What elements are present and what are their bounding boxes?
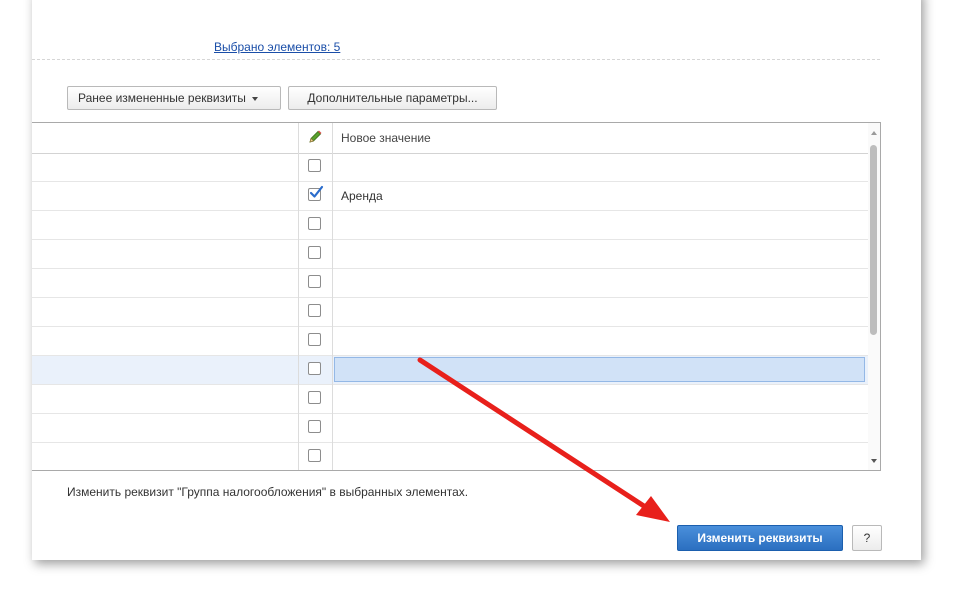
row-checkbox[interactable] bbox=[308, 449, 321, 462]
new-value-column-header: Новое значение bbox=[341, 131, 431, 145]
new-value-cell[interactable]: Аренда bbox=[341, 189, 383, 203]
column-divider bbox=[298, 123, 299, 470]
help-button[interactable]: ? bbox=[852, 525, 882, 551]
new-value-field[interactable] bbox=[334, 357, 865, 382]
table-row[interactable] bbox=[32, 327, 868, 356]
table-row[interactable] bbox=[32, 269, 868, 298]
caret-down-icon bbox=[251, 96, 258, 101]
table-row[interactable] bbox=[32, 356, 868, 385]
row-checkbox[interactable] bbox=[308, 304, 321, 317]
attributes-grid: Новое значение Аренда bbox=[32, 122, 881, 471]
row-checkbox[interactable] bbox=[308, 362, 321, 375]
row-checkbox[interactable] bbox=[308, 275, 321, 288]
table-row[interactable] bbox=[32, 414, 868, 443]
previously-changed-label: Ранее измененные реквизиты bbox=[78, 91, 246, 105]
previously-changed-attributes-button[interactable]: Ранее измененные реквизиты bbox=[67, 86, 281, 110]
separator bbox=[32, 59, 880, 60]
table-row[interactable] bbox=[32, 211, 868, 240]
scroll-down-icon[interactable] bbox=[871, 459, 877, 463]
scrollbar-thumb[interactable] bbox=[870, 145, 877, 335]
row-checkbox[interactable] bbox=[308, 159, 321, 172]
row-checkbox[interactable] bbox=[308, 391, 321, 404]
change-attributes-button[interactable]: Изменить реквизиты bbox=[677, 525, 843, 551]
pencil-icon bbox=[309, 130, 322, 143]
table-row[interactable]: Аренда bbox=[32, 182, 868, 211]
row-checkbox[interactable] bbox=[308, 185, 324, 201]
row-checkbox[interactable] bbox=[308, 333, 321, 346]
table-row[interactable] bbox=[32, 385, 868, 414]
column-divider bbox=[332, 123, 333, 470]
row-checkbox[interactable] bbox=[308, 217, 321, 230]
additional-parameters-button[interactable]: Дополнительные параметры... bbox=[288, 86, 497, 110]
table-row[interactable] bbox=[32, 443, 868, 470]
selected-elements-link[interactable]: Выбрано элементов: 5 bbox=[214, 40, 340, 54]
checkmark-icon bbox=[309, 185, 324, 198]
table-row[interactable] bbox=[32, 298, 868, 327]
grid-header: Новое значение bbox=[32, 123, 868, 154]
table-row[interactable] bbox=[32, 240, 868, 269]
row-checkbox[interactable] bbox=[308, 420, 321, 433]
scroll-up-icon[interactable] bbox=[871, 131, 877, 135]
table-row[interactable] bbox=[32, 153, 868, 182]
row-checkbox[interactable] bbox=[308, 246, 321, 259]
hint-text: Изменить реквизит "Группа налогообложени… bbox=[67, 485, 469, 499]
